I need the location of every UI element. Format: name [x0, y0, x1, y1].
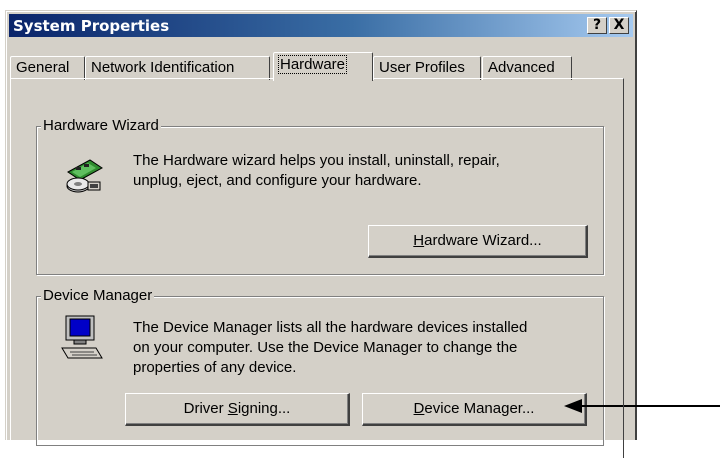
close-button[interactable]: X	[609, 17, 629, 34]
tab-advanced[interactable]: Advanced	[482, 56, 572, 80]
tab-panel-hardware	[10, 78, 624, 458]
tab-network-identification[interactable]: Network Identification	[85, 56, 270, 80]
title-bar[interactable]: System Properties ? X	[9, 14, 633, 37]
tab-general[interactable]: General	[10, 56, 85, 80]
window-title: System Properties	[13, 17, 170, 35]
tab-user-profiles[interactable]: User Profiles	[373, 56, 481, 80]
tab-hardware[interactable]: Hardware	[273, 52, 373, 81]
help-button[interactable]: ?	[587, 17, 607, 34]
